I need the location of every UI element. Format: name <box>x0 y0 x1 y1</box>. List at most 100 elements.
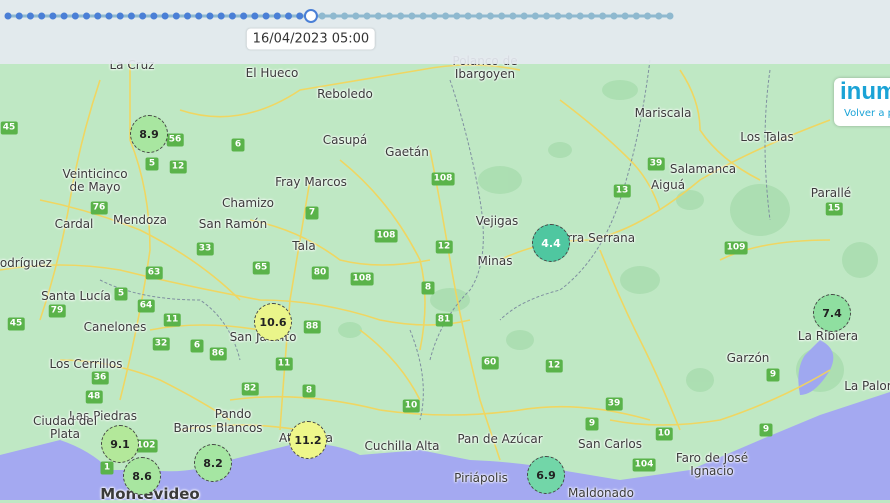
place-label: San Ramón <box>198 217 268 231</box>
route-shield: 6 <box>190 339 204 353</box>
timeline-tick[interactable] <box>116 12 124 20</box>
timeline-tick[interactable] <box>520 12 528 20</box>
timeline-tick[interactable] <box>352 12 360 20</box>
timeline-tick[interactable] <box>26 12 34 20</box>
map-canvas[interactable]: La CruzEl HuecoPolanco de IbargoyenRebol… <box>0 0 890 503</box>
timeline-tick[interactable] <box>430 12 438 20</box>
place-label: Mariscala <box>634 106 692 120</box>
timeline-tick[interactable] <box>576 12 584 20</box>
timeline-tick[interactable] <box>385 12 393 20</box>
route-shield: 60 <box>481 356 499 370</box>
timeline-tick[interactable] <box>105 12 113 20</box>
timeline-tick[interactable] <box>195 12 203 20</box>
timeline-tick[interactable] <box>127 12 135 20</box>
timeline-tick[interactable] <box>453 12 461 20</box>
timeline-tick[interactable] <box>599 12 607 20</box>
timeline-tick[interactable] <box>4 12 12 20</box>
place-label: Salamanca <box>669 162 737 176</box>
place-label: Rodríguez <box>0 256 52 270</box>
place-label: Pando <box>214 407 252 421</box>
place-label: Cuchilla Alta <box>364 439 440 453</box>
timeline-tick[interactable] <box>666 12 674 20</box>
timeline-slider[interactable] <box>0 0 680 30</box>
timeline-tick[interactable] <box>408 12 416 20</box>
timeline-tick[interactable] <box>543 12 551 20</box>
timeline-tick[interactable] <box>273 12 281 20</box>
station-cluster[interactable]: 7.4 <box>813 294 851 332</box>
place-label: Casupá <box>322 133 368 147</box>
timeline-tick[interactable] <box>296 12 304 20</box>
timeline-tick[interactable] <box>251 12 259 20</box>
timeline-tick[interactable] <box>150 12 158 20</box>
station-cluster[interactable]: 8.6 <box>123 457 161 495</box>
timeline-tick[interactable] <box>139 12 147 20</box>
timeline-tick[interactable] <box>60 12 68 20</box>
place-label: Cardal <box>54 217 94 231</box>
station-cluster[interactable]: 8.9 <box>130 115 168 153</box>
timeline-tick[interactable] <box>15 12 23 20</box>
route-shield: 5 <box>145 157 159 171</box>
timeline-tick[interactable] <box>184 12 192 20</box>
route-shield: 56 <box>166 133 184 147</box>
place-label: San Carlos <box>578 437 642 451</box>
timeline-handle[interactable] <box>303 9 318 23</box>
route-shield: 104 <box>632 458 656 472</box>
station-cluster[interactable]: 10.6 <box>254 303 292 341</box>
timeline-tick[interactable] <box>587 12 595 20</box>
station-cluster[interactable]: 8.2 <box>194 444 232 482</box>
route-shield: 6 <box>231 138 245 152</box>
timeline-tick[interactable] <box>172 12 180 20</box>
timeline-tick[interactable] <box>486 12 494 20</box>
timeline-tick[interactable] <box>475 12 483 20</box>
timeline-tick[interactable] <box>509 12 517 20</box>
timeline-tick[interactable] <box>621 12 629 20</box>
back-link[interactable]: Volver a p <box>844 108 890 119</box>
timeline-tick[interactable] <box>419 12 427 20</box>
station-cluster[interactable]: 6.9 <box>527 456 565 494</box>
timeline-tick[interactable] <box>363 12 371 20</box>
timeline-tick[interactable] <box>397 12 405 20</box>
timeline-tick[interactable] <box>341 12 349 20</box>
timeline-tick[interactable] <box>329 12 337 20</box>
route-shield: 108 <box>350 272 374 286</box>
timeline-tick[interactable] <box>644 12 652 20</box>
route-shield: 88 <box>303 320 321 334</box>
timeline-tick[interactable] <box>531 12 539 20</box>
place-label: Vejigas <box>475 214 519 228</box>
timeline-tick[interactable] <box>206 12 214 20</box>
station-cluster[interactable]: 9.1 <box>101 425 139 463</box>
timeline-tick[interactable] <box>262 12 270 20</box>
timeline-tick[interactable] <box>610 12 618 20</box>
route-shield: 1 <box>100 461 114 475</box>
place-label: La Paloma <box>844 379 890 393</box>
timeline-tick[interactable] <box>38 12 46 20</box>
timeline-tick[interactable] <box>83 12 91 20</box>
timeline-tick[interactable] <box>655 12 663 20</box>
timeline-tick[interactable] <box>49 12 57 20</box>
timeline-tick[interactable] <box>285 12 293 20</box>
route-shield: 8 <box>302 384 316 398</box>
route-shield: 5 <box>114 287 128 301</box>
place-label: Chamizo <box>221 196 275 210</box>
station-cluster[interactable]: 4.4 <box>532 224 570 262</box>
route-shield: 10 <box>402 399 420 413</box>
timeline-tick[interactable] <box>217 12 225 20</box>
timeline-tick[interactable] <box>374 12 382 20</box>
timeline-tick[interactable] <box>228 12 236 20</box>
timeline-tick[interactable] <box>498 12 506 20</box>
timeline-tick[interactable] <box>318 12 326 20</box>
timeline-tick[interactable] <box>71 12 79 20</box>
timeline-tick[interactable] <box>161 12 169 20</box>
place-label: Gaetán <box>385 145 429 159</box>
timeline-tick[interactable] <box>94 12 102 20</box>
timeline-tick[interactable] <box>554 12 562 20</box>
station-cluster[interactable]: 11.2 <box>289 421 327 459</box>
route-shield: 108 <box>374 229 398 243</box>
timeline-tick[interactable] <box>632 12 640 20</box>
brand-panel[interactable]: inum Volver a p <box>834 78 890 126</box>
timeline-date-label: 16/04/2023 05:00 <box>246 28 376 50</box>
timeline-tick[interactable] <box>240 12 248 20</box>
timeline-tick[interactable] <box>565 12 573 20</box>
timeline-tick[interactable] <box>442 12 450 20</box>
timeline-tick[interactable] <box>464 12 472 20</box>
